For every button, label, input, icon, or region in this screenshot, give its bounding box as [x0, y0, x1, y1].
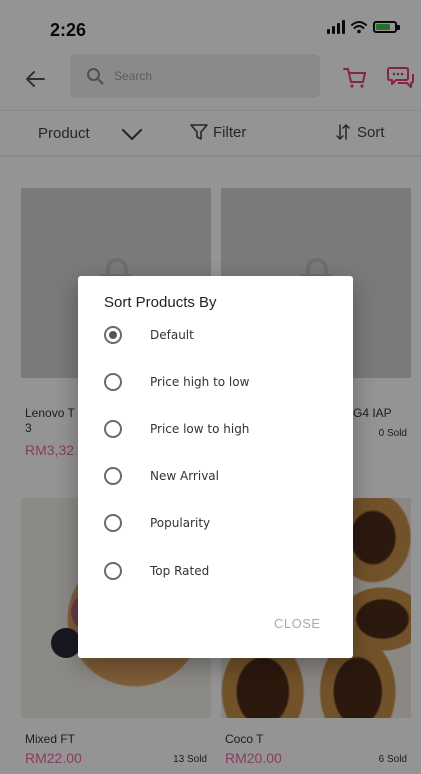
sort-option-label: Price high to low: [150, 375, 250, 389]
sort-option-price-low-to-high[interactable]: Price low to high: [104, 414, 334, 444]
sort-option-label: Top Rated: [150, 564, 210, 578]
sort-option-new-arrival[interactable]: New Arrival: [104, 461, 334, 491]
sort-option-label: Popularity: [150, 516, 211, 530]
radio-icon[interactable]: [104, 420, 122, 438]
sort-option-price-high-to-low[interactable]: Price high to low: [104, 367, 334, 397]
sort-option-label: Price low to high: [150, 422, 250, 436]
sort-dialog: Sort Products By Default Price high to l…: [78, 276, 353, 658]
radio-icon[interactable]: [104, 562, 122, 580]
sort-option-label: New Arrival: [150, 469, 219, 483]
radio-icon[interactable]: [104, 467, 122, 485]
radio-icon[interactable]: [104, 514, 122, 532]
radio-icon[interactable]: [104, 373, 122, 391]
close-button[interactable]: CLOSE: [274, 616, 321, 631]
sort-option-label: Default: [150, 328, 194, 342]
dialog-title: Sort Products By: [104, 294, 217, 311]
radio-selected-icon[interactable]: [104, 326, 122, 344]
sort-option-default[interactable]: Default: [104, 320, 334, 350]
sort-option-popularity[interactable]: Popularity: [104, 508, 334, 538]
sort-option-top-rated[interactable]: Top Rated: [104, 556, 334, 586]
